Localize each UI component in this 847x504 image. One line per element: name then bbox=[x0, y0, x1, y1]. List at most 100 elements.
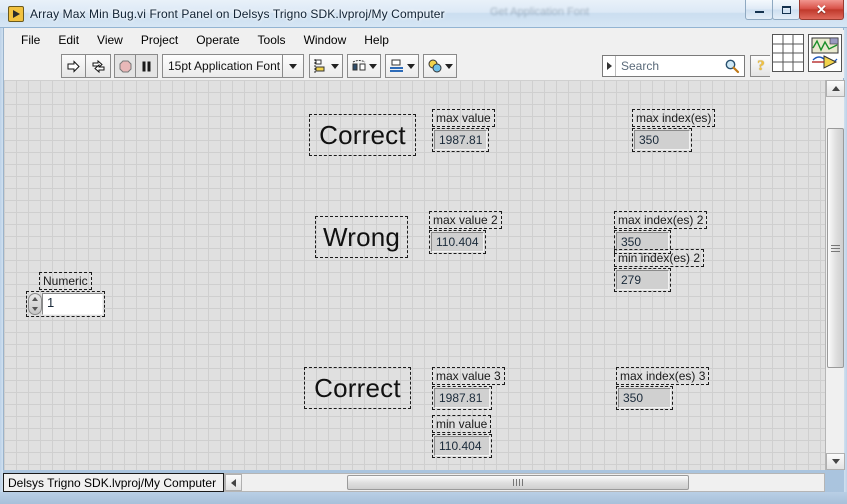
search-mode-icon[interactable] bbox=[603, 56, 616, 76]
vertical-scrollbar-thumb[interactable] bbox=[827, 128, 844, 368]
help-icon: ? bbox=[757, 57, 765, 74]
indicator-box-min-index-2[interactable]: 279 bbox=[614, 268, 671, 292]
indicator-value-max-index-3: 350 bbox=[618, 388, 671, 408]
toolbar: 15pt Application Font Search ? bbox=[3, 52, 844, 80]
menu-item-help[interactable]: Help bbox=[355, 30, 398, 50]
menu-item-edit[interactable]: Edit bbox=[49, 30, 88, 50]
window-title: Array Max Min Bug.vi Front Panel on Dels… bbox=[30, 7, 445, 21]
numeric-increment-button[interactable] bbox=[29, 294, 41, 304]
reorder-objects-icon bbox=[428, 59, 442, 73]
close-button[interactable]: ✕ bbox=[799, 0, 844, 20]
scroll-down-button[interactable] bbox=[826, 453, 845, 470]
indicator-group-max-value-2: max value 2 110.404 bbox=[429, 211, 502, 254]
indicator-label-max-value-2: max value 2 bbox=[429, 211, 502, 229]
indicator-box-max-value[interactable]: 1987.81 bbox=[432, 128, 489, 152]
numeric-control-label: Numeric bbox=[39, 272, 92, 290]
vi-icon[interactable] bbox=[808, 34, 842, 72]
chevron-down-icon bbox=[289, 63, 297, 69]
align-objects-icon bbox=[314, 59, 325, 73]
chevron-down-icon bbox=[407, 63, 415, 69]
indicator-group-max-value-3: max value 3 1987.81 bbox=[432, 367, 505, 410]
restore-button[interactable] bbox=[772, 0, 800, 20]
chevron-down-icon bbox=[369, 63, 377, 69]
minimize-button[interactable] bbox=[745, 0, 773, 20]
menu-item-project[interactable]: Project bbox=[132, 30, 187, 50]
indicator-value-min-index-2: 279 bbox=[616, 270, 669, 290]
menu-item-operate[interactable]: Operate bbox=[187, 30, 248, 50]
window-bottom-frame bbox=[0, 492, 847, 504]
resize-objects-button[interactable] bbox=[385, 54, 419, 78]
run-continuously-icon bbox=[92, 59, 104, 73]
align-objects-button[interactable] bbox=[309, 54, 343, 78]
distribute-objects-button[interactable] bbox=[347, 54, 381, 78]
indicator-group-max-index: max index(es) 350 bbox=[632, 109, 716, 152]
scroll-up-button[interactable] bbox=[826, 80, 845, 97]
indicator-value-min-value: 110.404 bbox=[434, 436, 490, 456]
status-bar-text: Delsys Trigno SDK.lvproj/My Computer bbox=[8, 475, 217, 490]
menu-item-window[interactable]: Window bbox=[295, 30, 356, 50]
indicator-box-max-value-3[interactable]: 1987.81 bbox=[432, 386, 492, 410]
caret-up-icon bbox=[831, 86, 840, 91]
restore-icon bbox=[781, 5, 791, 14]
verdict-label-1: Correct bbox=[309, 114, 416, 156]
menu-item-view[interactable]: View bbox=[88, 30, 132, 50]
font-selector-label: 15pt Application Font bbox=[168, 59, 281, 73]
numeric-decrement-button[interactable] bbox=[29, 304, 41, 314]
horizontal-scrollbar-thumb[interactable] bbox=[347, 475, 689, 490]
indicator-label-max-index-2: max index(es) 2 bbox=[614, 211, 708, 229]
execution-control-group bbox=[114, 54, 158, 78]
abort-execution-button[interactable] bbox=[115, 55, 137, 77]
vi-icon-panel bbox=[770, 30, 844, 78]
connector-pane-icon[interactable] bbox=[772, 34, 804, 72]
indicator-box-min-value[interactable]: 110.404 bbox=[432, 434, 492, 458]
run-arrow-icon bbox=[67, 59, 80, 73]
horizontal-scrollbar[interactable] bbox=[224, 473, 825, 492]
indicator-label-min-index-2: min index(es) 2 bbox=[614, 249, 705, 267]
scrollbar-grip bbox=[513, 479, 523, 486]
run-continuously-button[interactable] bbox=[86, 55, 110, 77]
title-bar: Get Application Font Array Max Min Bug.v… bbox=[0, 0, 847, 28]
font-selector[interactable]: 15pt Application Font bbox=[162, 54, 304, 78]
window-controls: ✕ bbox=[745, 0, 844, 20]
indicator-group-max-value: max value 1987.81 bbox=[432, 109, 495, 152]
font-selector-dropdown-arrow[interactable] bbox=[282, 55, 303, 77]
indicator-box-max-value-2[interactable]: 110.404 bbox=[429, 230, 486, 254]
indicator-group-max-index-3: max index(es) 3 350 bbox=[616, 367, 710, 410]
numeric-spinner[interactable] bbox=[28, 293, 42, 315]
indicator-label-max-index: max index(es) bbox=[632, 109, 716, 127]
menu-item-file[interactable]: File bbox=[12, 30, 49, 50]
caret-left-icon bbox=[231, 478, 236, 487]
indicator-group-min-index-2: min index(es) 2 279 bbox=[614, 249, 705, 292]
indicator-box-max-index[interactable]: 350 bbox=[632, 128, 692, 152]
indicator-label-max-value-3: max value 3 bbox=[432, 367, 505, 385]
labview-vi-icon bbox=[8, 6, 24, 22]
indicator-value-max-value-2: 110.404 bbox=[431, 232, 484, 252]
indicator-box-max-index-3[interactable]: 350 bbox=[616, 386, 673, 410]
vertical-scrollbar[interactable] bbox=[825, 80, 845, 470]
indicator-label-min-value: min value bbox=[432, 415, 492, 433]
magnifier-icon bbox=[725, 59, 740, 74]
verdict-label-3: Correct bbox=[304, 367, 411, 409]
indicator-label-max-index-3: max index(es) 3 bbox=[616, 367, 710, 385]
abort-execution-icon bbox=[119, 60, 132, 72]
reorder-objects-button[interactable] bbox=[423, 54, 457, 78]
distribute-objects-icon bbox=[352, 60, 366, 71]
caret-down-icon bbox=[32, 307, 38, 311]
front-panel-canvas[interactable]: Correct max value 1987.81 max index(es) … bbox=[3, 80, 825, 470]
run-button[interactable] bbox=[62, 55, 86, 77]
pause-icon bbox=[142, 61, 151, 71]
pause-button[interactable] bbox=[136, 55, 157, 77]
caret-down-icon bbox=[831, 459, 840, 464]
menu-item-tools[interactable]: Tools bbox=[249, 30, 295, 50]
verdict-label-2: Wrong bbox=[315, 216, 408, 258]
scroll-left-button[interactable] bbox=[225, 474, 242, 491]
indicator-value-max-value: 1987.81 bbox=[434, 130, 487, 150]
search-input[interactable]: Search bbox=[602, 55, 745, 77]
numeric-value-field[interactable]: 1 bbox=[42, 293, 103, 315]
context-help-button[interactable]: ? bbox=[750, 55, 772, 77]
caret-up-icon bbox=[32, 297, 38, 301]
numeric-control-group: Numeric 1 bbox=[26, 272, 105, 317]
indicator-group-max-index-2: max index(es) 2 350 bbox=[614, 211, 708, 254]
numeric-stepper[interactable]: 1 bbox=[26, 291, 105, 317]
labview-front-panel-window: Get Application Font Array Max Min Bug.v… bbox=[0, 0, 847, 504]
